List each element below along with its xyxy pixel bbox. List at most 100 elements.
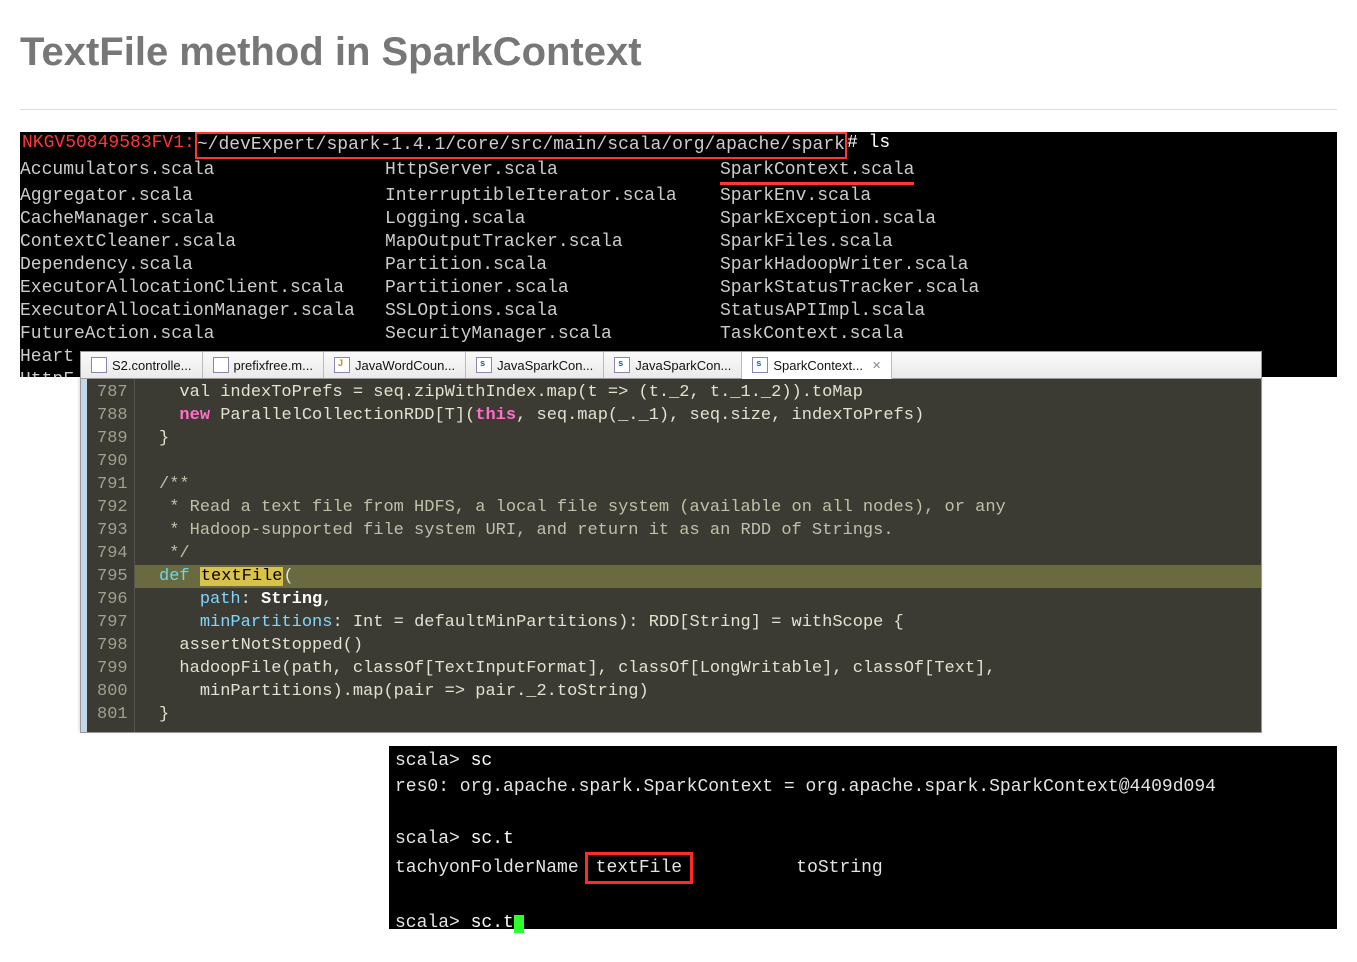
tab-label: S2.controlle... bbox=[112, 358, 192, 373]
editor-tab-bar: S2.controlle... prefixfree.m... JavaWordCo… bbox=[81, 352, 1261, 379]
line-number: 797 bbox=[97, 611, 128, 634]
code-token: textFile bbox=[200, 567, 284, 586]
line-number: 794 bbox=[97, 542, 128, 565]
code-token: minPartitions).map(pair => pair._2.toStr… bbox=[139, 682, 649, 701]
close-icon[interactable]: ✕ bbox=[872, 359, 881, 372]
code-token: hadoopFile(path, classOf[TextInputFormat… bbox=[139, 659, 996, 678]
scala-repl[interactable]: scala> sc res0: org.apache.spark.SparkCo… bbox=[389, 746, 1337, 929]
line-number: 799 bbox=[97, 657, 128, 680]
file-icon bbox=[213, 357, 229, 373]
tab-label: SparkContext... bbox=[773, 358, 863, 373]
repl-completions: tachyonFolderName textFile toString bbox=[395, 852, 1331, 884]
editor-tab[interactable]: prefixfree.m... bbox=[203, 352, 324, 378]
file-icon bbox=[752, 357, 768, 373]
editor-tab[interactable]: S2.controlle... bbox=[81, 352, 203, 378]
code-token bbox=[139, 567, 159, 586]
repl-prompt: scala> bbox=[395, 913, 471, 933]
repl-prompt: scala> bbox=[395, 751, 471, 771]
code-token: new bbox=[179, 406, 210, 425]
terminal-cell: TaskContext.scala bbox=[720, 323, 1337, 346]
code-token: this bbox=[475, 406, 516, 425]
terminal-prompt-line: NKGV50849583FV1:~/devExpert/spark-1.4.1/… bbox=[20, 132, 1337, 159]
code-line: hadoopFile(path, classOf[TextInputFormat… bbox=[135, 657, 1261, 680]
terminal-cell: SSLOptions.scala bbox=[385, 300, 720, 323]
terminal-file-highlight: SparkContext.scala bbox=[720, 159, 914, 185]
completion-item: toString bbox=[796, 858, 882, 878]
repl-blank bbox=[395, 800, 1331, 826]
line-number: 796 bbox=[97, 588, 128, 611]
code-token: , seq.map(_._1), seq.size, indexToPrefs) bbox=[516, 406, 924, 425]
editor-tab[interactable]: JavaWordCoun... bbox=[324, 352, 466, 378]
terminal-window: NKGV50849583FV1:~/devExpert/spark-1.4.1/… bbox=[20, 132, 1337, 377]
terminal-row: ExecutorAllocationManager.scalaSSLOption… bbox=[20, 300, 1337, 323]
code-area: val indexToPrefs = seq.zipWithIndex.map(… bbox=[135, 379, 1261, 732]
divider bbox=[20, 109, 1337, 110]
code-line bbox=[135, 450, 1261, 473]
code-token bbox=[139, 613, 200, 632]
code-editor: S2.controlle... prefixfree.m... JavaWordCo… bbox=[80, 351, 1262, 733]
line-number: 789 bbox=[97, 427, 128, 450]
file-icon bbox=[91, 357, 107, 373]
terminal-cell: SparkFiles.scala bbox=[720, 231, 1337, 254]
terminal-cell: CacheManager.scala bbox=[20, 208, 385, 231]
terminal-host: NKGV50849583FV1 bbox=[22, 132, 184, 159]
code-token: , bbox=[322, 590, 332, 609]
terminal-cell: Logging.scala bbox=[385, 208, 720, 231]
line-number: 795 bbox=[97, 565, 128, 588]
code-line: assertNotStopped() bbox=[135, 634, 1261, 657]
code-token: minPartitions bbox=[200, 613, 333, 632]
code-line: * Hadoop-supported file system URI, and … bbox=[135, 519, 1261, 542]
terminal-path-highlight: ~/devExpert/spark-1.4.1/core/src/main/sc… bbox=[195, 132, 847, 159]
terminal-cell: Partition.scala bbox=[385, 254, 720, 277]
code-token: String bbox=[261, 590, 322, 609]
terminal-cell: SparkEnv.scala bbox=[720, 185, 1337, 208]
line-number: 790 bbox=[97, 450, 128, 473]
terminal-cell: ContextCleaner.scala bbox=[20, 231, 385, 254]
line-number: 800 bbox=[97, 680, 128, 703]
code-token bbox=[139, 406, 180, 425]
line-number: 792 bbox=[97, 496, 128, 519]
line-number-gutter: 7877887897907917927937947957967977987998… bbox=[87, 379, 135, 732]
terminal-cell: MapOutputTracker.scala bbox=[385, 231, 720, 254]
code-line: minPartitions: Int = defaultMinPartition… bbox=[135, 611, 1261, 634]
code-line: new ParallelCollectionRDD[T](this, seq.m… bbox=[135, 404, 1261, 427]
code-token: ( bbox=[283, 567, 293, 586]
repl-input: sc.t bbox=[471, 913, 514, 933]
editor-tab[interactable]: JavaSparkCon... bbox=[466, 352, 604, 378]
line-number: 801 bbox=[97, 703, 128, 726]
editor-tab[interactable]: JavaSparkCon... bbox=[604, 352, 742, 378]
code-token: def bbox=[159, 567, 190, 586]
terminal-row: Aggregator.scalaInterruptibleIterator.sc… bbox=[20, 185, 1337, 208]
code-line: } bbox=[135, 427, 1261, 450]
file-icon bbox=[334, 357, 350, 373]
code-token: /** bbox=[139, 475, 190, 494]
line-number: 788 bbox=[97, 404, 128, 427]
completion-item: tachyonFolderName bbox=[395, 858, 579, 878]
editor-tab[interactable]: SparkContext... ✕ bbox=[742, 352, 892, 379]
repl-blank bbox=[395, 884, 1331, 910]
terminal-cell: SparkStatusTracker.scala bbox=[720, 277, 1337, 300]
page-title: TextFile method in SparkContext bbox=[20, 30, 1337, 75]
terminal-cell: Aggregator.scala bbox=[20, 185, 385, 208]
line-number: 791 bbox=[97, 473, 128, 496]
terminal-cell: SecurityManager.scala bbox=[385, 323, 720, 346]
completion-highlight: textFile bbox=[585, 852, 693, 884]
terminal-command: # ls bbox=[847, 132, 890, 159]
code-token bbox=[139, 590, 200, 609]
repl-input: sc bbox=[471, 751, 493, 771]
code-line: val indexToPrefs = seq.zipWithIndex.map(… bbox=[135, 381, 1261, 404]
terminal-cell: SparkContext.scala bbox=[720, 159, 1337, 185]
terminal-row: FutureAction.scalaSecurityManager.scalaT… bbox=[20, 323, 1337, 346]
code-token: ParallelCollectionRDD[T]( bbox=[210, 406, 475, 425]
code-token: } bbox=[139, 429, 170, 448]
terminal-row: CacheManager.scalaLogging.scalaSparkExce… bbox=[20, 208, 1337, 231]
terminal-row: Dependency.scalaPartition.scalaSparkHado… bbox=[20, 254, 1337, 277]
repl-input: sc.t bbox=[471, 829, 514, 849]
repl-output: res0: org.apache.spark.SparkContext = or… bbox=[395, 774, 1331, 800]
tab-label: JavaWordCoun... bbox=[355, 358, 455, 373]
code-token: path bbox=[200, 590, 241, 609]
editor-body: 7877887897907917927937947957967977987998… bbox=[81, 379, 1261, 732]
terminal-sep: : bbox=[184, 132, 195, 159]
tab-label: prefixfree.m... bbox=[234, 358, 313, 373]
file-icon bbox=[614, 357, 630, 373]
